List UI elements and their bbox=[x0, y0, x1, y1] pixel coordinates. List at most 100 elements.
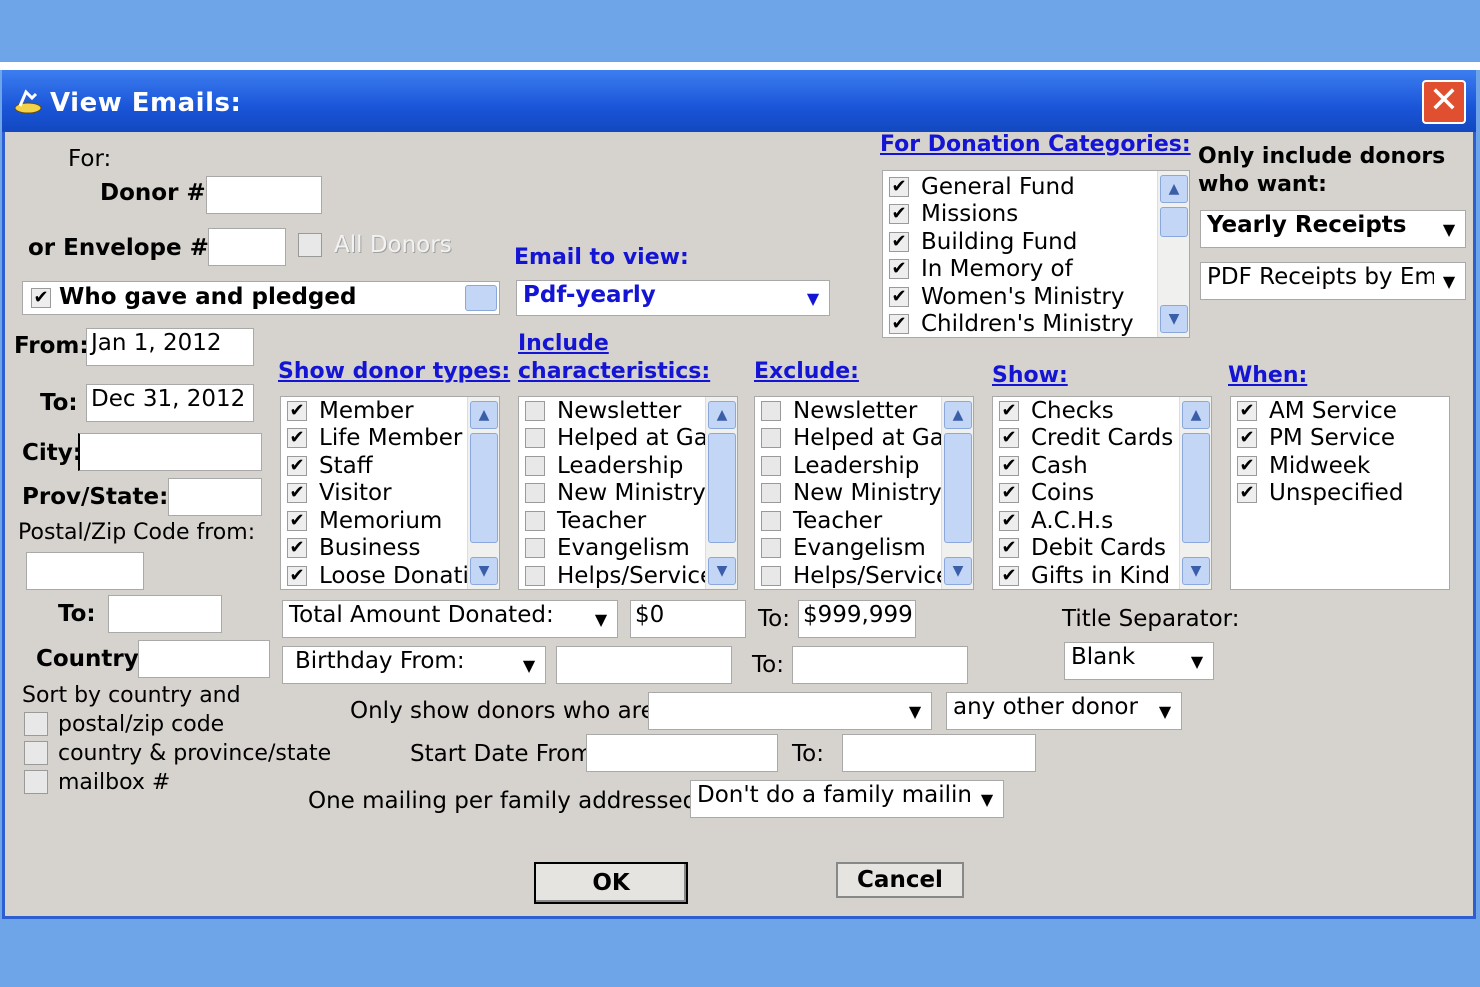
country-input[interactable] bbox=[138, 640, 270, 678]
scroll-thumb[interactable] bbox=[470, 433, 498, 543]
scroll-down-icon[interactable]: ▼ bbox=[944, 557, 972, 585]
cancel-button[interactable]: Cancel bbox=[836, 862, 964, 898]
scroll-up-icon[interactable]: ▲ bbox=[470, 401, 498, 429]
chevron-down-icon[interactable]: ▼ bbox=[586, 602, 616, 636]
prov-state-input[interactable] bbox=[168, 478, 262, 516]
scroll-thumb[interactable] bbox=[708, 433, 736, 543]
sort-postal-checkbox[interactable] bbox=[24, 712, 48, 736]
donor-number-input[interactable] bbox=[206, 176, 322, 214]
donation-categories-item[interactable]: ✔ In Memory of bbox=[883, 256, 1189, 284]
postal-to-input[interactable] bbox=[108, 595, 222, 633]
birthday-to-input[interactable] bbox=[792, 646, 968, 684]
donation-categories-checkbox[interactable]: ✔ bbox=[889, 286, 909, 307]
scroll-down-icon[interactable]: ▼ bbox=[1160, 305, 1188, 333]
show-checkbox[interactable]: ✔ bbox=[999, 400, 1019, 421]
to-date-input[interactable]: Dec 31, 2012 bbox=[86, 384, 254, 422]
donation-categories-checkbox[interactable]: ✔ bbox=[889, 231, 909, 252]
from-date-input[interactable]: Jan 1, 2012 bbox=[86, 328, 254, 366]
donor-types-checkbox[interactable]: ✔ bbox=[287, 400, 307, 421]
characteristics-checkbox[interactable] bbox=[525, 538, 545, 559]
when-link[interactable]: When: bbox=[1228, 363, 1307, 388]
when-checkbox[interactable]: ✔ bbox=[1237, 455, 1257, 476]
when-item[interactable]: ✔ Unspecified bbox=[1231, 480, 1449, 508]
scrollbar[interactable]: ▲ ▼ bbox=[1179, 397, 1211, 589]
show-checkbox[interactable]: ✔ bbox=[999, 565, 1019, 586]
donation-categories-checkbox[interactable]: ✔ bbox=[889, 176, 909, 197]
characteristics-checkbox[interactable] bbox=[525, 510, 545, 531]
characteristics-checkbox[interactable] bbox=[525, 565, 545, 586]
chevron-down-icon[interactable]: ▼ bbox=[798, 282, 828, 314]
other-donor-select[interactable]: any other donor ▼ bbox=[946, 692, 1182, 730]
scroll-up-icon[interactable]: ▲ bbox=[1182, 401, 1210, 429]
characteristics-checkbox[interactable] bbox=[525, 400, 545, 421]
donor-types-checkbox[interactable]: ✔ bbox=[287, 538, 307, 559]
donation-categories-checkbox[interactable]: ✔ bbox=[889, 314, 909, 335]
characteristics-link-2[interactable]: characteristics: bbox=[518, 359, 710, 384]
exclude-checkbox[interactable] bbox=[761, 538, 781, 559]
chevron-down-icon[interactable]: ▼ bbox=[900, 694, 930, 728]
when-checkbox[interactable]: ✔ bbox=[1237, 400, 1257, 421]
city-input[interactable] bbox=[78, 433, 262, 471]
donor-types-checkbox[interactable]: ✔ bbox=[287, 565, 307, 586]
chevron-down-icon[interactable]: ▼ bbox=[1182, 644, 1212, 678]
show-checkbox[interactable]: ✔ bbox=[999, 538, 1019, 559]
scroll-thumb[interactable] bbox=[1182, 433, 1210, 543]
scrollbar[interactable]: ▲ ▼ bbox=[467, 397, 499, 589]
donor-relation-select[interactable]: ▼ bbox=[648, 692, 932, 730]
scrollbar[interactable]: ▲ ▼ bbox=[1157, 171, 1189, 337]
show-link[interactable]: Show: bbox=[992, 363, 1068, 388]
characteristics-checkbox[interactable] bbox=[525, 483, 545, 504]
donation-categories-checkbox[interactable]: ✔ bbox=[889, 259, 909, 280]
scroll-thumb[interactable] bbox=[944, 433, 972, 543]
when-item[interactable]: ✔ Midweek bbox=[1231, 452, 1449, 480]
chevron-down-icon[interactable]: ▼ bbox=[1434, 212, 1464, 246]
amount-from-input[interactable]: $0 bbox=[630, 600, 746, 638]
scrollbar[interactable]: ▲ ▼ bbox=[705, 397, 737, 589]
email-to-view-select[interactable]: Pdf-yearly ▼ bbox=[516, 280, 830, 316]
scrollbar[interactable]: ▲ ▼ bbox=[941, 397, 973, 589]
amount-to-input[interactable]: $999,999 bbox=[798, 600, 916, 638]
donation-categories-checkbox[interactable]: ✔ bbox=[889, 204, 909, 225]
when-checkbox[interactable]: ✔ bbox=[1237, 428, 1257, 449]
donor-types-link[interactable]: Show donor types: bbox=[278, 359, 510, 384]
chevron-down-icon[interactable]: ▼ bbox=[1434, 264, 1464, 298]
donor-types-checkbox[interactable]: ✔ bbox=[287, 428, 307, 449]
when-item[interactable]: ✔ AM Service bbox=[1231, 397, 1449, 425]
when-item[interactable]: ✔ PM Service bbox=[1231, 425, 1449, 453]
birthday-from-input[interactable] bbox=[556, 646, 732, 684]
characteristics-checkbox[interactable] bbox=[525, 455, 545, 476]
postal-from-input[interactable] bbox=[26, 552, 144, 590]
family-mailing-select[interactable]: Don't do a family mailing ▼ bbox=[690, 780, 1004, 818]
exclude-checkbox[interactable] bbox=[761, 510, 781, 531]
exclude-link[interactable]: Exclude: bbox=[754, 359, 859, 384]
donation-categories-item[interactable]: ✔ Missions bbox=[883, 201, 1189, 229]
envelope-number-input[interactable] bbox=[208, 228, 286, 266]
sort-mailbox-checkbox[interactable] bbox=[24, 770, 48, 794]
receipt-delivery-select[interactable]: PDF Receipts by Ema ▼ bbox=[1200, 262, 1466, 300]
scroll-thumb[interactable] bbox=[1160, 207, 1188, 237]
scroll-down-icon[interactable]: ▼ bbox=[708, 557, 736, 585]
exclude-checkbox[interactable] bbox=[761, 428, 781, 449]
close-icon[interactable]: ✕ bbox=[1422, 80, 1466, 124]
exclude-checkbox[interactable] bbox=[761, 483, 781, 504]
exclude-checkbox[interactable] bbox=[761, 455, 781, 476]
characteristics-checkbox[interactable] bbox=[525, 428, 545, 449]
donation-categories-item[interactable]: ✔ Building Fund bbox=[883, 228, 1189, 256]
who-gave-check[interactable]: ✔ bbox=[31, 288, 51, 308]
who-gave-spinner[interactable] bbox=[465, 285, 497, 311]
donor-types-checkbox[interactable]: ✔ bbox=[287, 483, 307, 504]
amount-type-select[interactable]: Total Amount Donated: ▼ bbox=[282, 600, 618, 638]
scroll-down-icon[interactable]: ▼ bbox=[1182, 557, 1210, 585]
title-separator-select[interactable]: Blank ▼ bbox=[1064, 642, 1214, 680]
donation-categories-item[interactable]: ✔ Children's Ministry bbox=[883, 311, 1189, 337]
exclude-checkbox[interactable] bbox=[761, 565, 781, 586]
start-date-to-input[interactable] bbox=[842, 734, 1036, 772]
birthday-select[interactable]: Birthday From: ▼ bbox=[282, 646, 546, 684]
donor-types-checkbox[interactable]: ✔ bbox=[287, 510, 307, 531]
show-checkbox[interactable]: ✔ bbox=[999, 455, 1019, 476]
show-checkbox[interactable]: ✔ bbox=[999, 483, 1019, 504]
who-gave-selector[interactable]: ✔ Who gave and pledged bbox=[22, 281, 500, 315]
exclude-checkbox[interactable] bbox=[761, 400, 781, 421]
scroll-down-icon[interactable]: ▼ bbox=[470, 557, 498, 585]
donor-types-checkbox[interactable]: ✔ bbox=[287, 455, 307, 476]
